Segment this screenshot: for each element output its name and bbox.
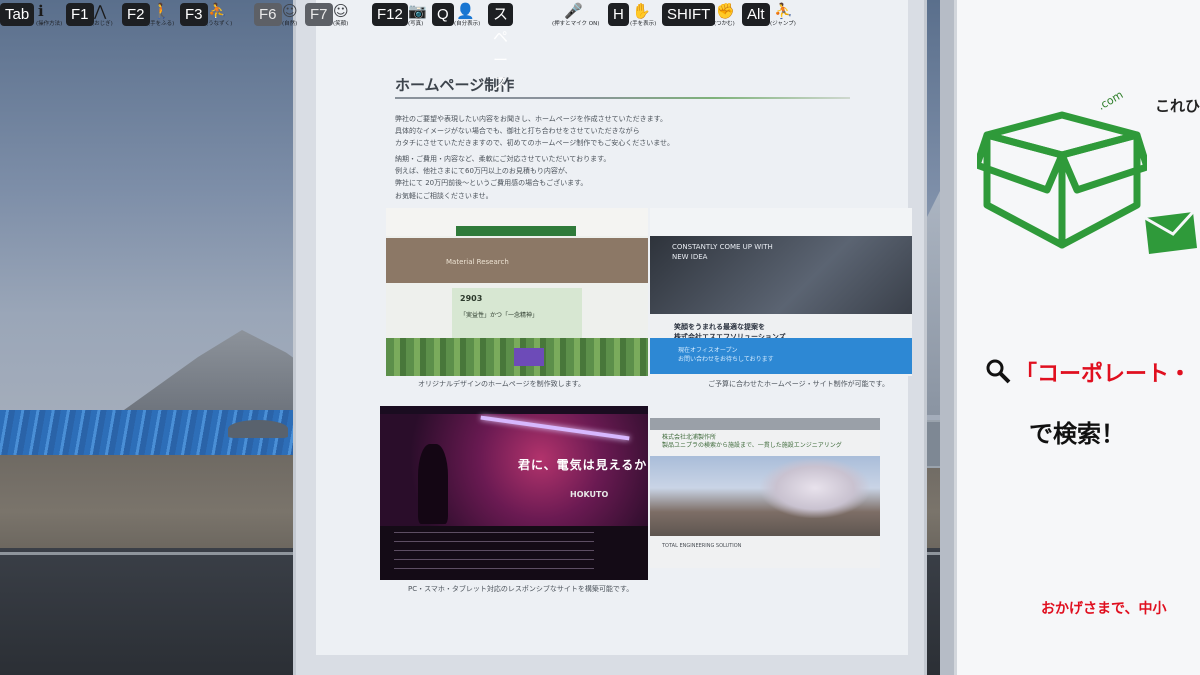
site-banner — [386, 238, 648, 283]
envelope-icon — [1144, 210, 1197, 254]
hero-line: CONSTANTLY COME UP WITH — [672, 243, 773, 251]
jump-icon: ⛹ — [774, 2, 793, 20]
info-icon: ℹ — [38, 2, 44, 20]
key-f2: F2 — [122, 3, 150, 26]
caption-budget: ご予算に合わせたホームページ・サイト制作が可能です。 — [708, 380, 889, 388]
silhouette-figure — [418, 444, 448, 524]
portfolio-screenshot-3: 君に、電気は見えるか HOKUTO — [380, 406, 648, 580]
contact-note: お気軽にご相談くださいませ。 — [395, 192, 493, 200]
caption-responsive: PC・スマホ・タブレット対応のレスポンシブなサイトを構築可能です。 — [408, 585, 634, 593]
intro-line: 弊社のご要望や表現したい内容をお聞きし、ホームページを作成させていただきます。 — [395, 115, 667, 123]
nod-icon: ⛹ — [208, 2, 227, 20]
banner-text: Material Research — [446, 258, 509, 266]
hint-label: (手を表示) — [630, 21, 657, 27]
advert-display-panel[interactable]: .com これひ 「コーポレート・ で検索！ おかげさまで、中小 — [940, 0, 1200, 675]
hint-label: (自分表示) — [454, 21, 481, 27]
site-nav — [456, 226, 576, 236]
key-f3: F3 — [180, 3, 208, 26]
sub-line: 笑顔をうまれる最適な提案を — [674, 323, 765, 331]
feature-box: 2903 「実益性」かつ「一念精神」 — [452, 288, 582, 340]
key-q: Q — [432, 3, 454, 26]
key-hint-bar: Tab ℹ (操作方法) F1 ⋀ (おじぎ) F2 🚶 (手をふる) F3 ⛹… — [0, 0, 1200, 92]
feature-number: 2903 — [460, 294, 483, 303]
site-header — [650, 208, 912, 236]
blue-line: お問い合わせをお待ちしております — [678, 356, 774, 363]
key-f1: F1 — [66, 3, 94, 26]
hero-copy: 君に、電気は見えるか — [518, 458, 648, 472]
hint-label: (手をふる) — [148, 21, 175, 27]
truck-illustration — [514, 348, 544, 366]
blue-line: 現在オフィスオープン — [678, 347, 738, 354]
magnifier-icon — [986, 359, 1011, 384]
laugh-icon: ☺ — [333, 2, 349, 20]
person-add-icon: 👤 — [456, 2, 475, 20]
website-panel-face: ホームページ制作 弊社のご要望や表現したい内容をお聞きし、ホームページを作成させ… — [316, 0, 912, 655]
search-callout: 「コーポレート・ — [985, 356, 1200, 387]
hint-label: (操作方法) — [36, 21, 63, 27]
hint-label: (つかむ) — [714, 21, 735, 27]
hero-line: NEW IDEA — [672, 253, 708, 261]
site-logo: HOKUTO — [570, 490, 609, 499]
sub-heading: 株式会社北浦製作所 製品ユニプラの検索から施設まで、一貫した施設エンジニアリング — [662, 434, 842, 450]
hint-label: (ジャンプ) — [770, 21, 796, 27]
pricing-paragraph: 納期・ご費用・内容など、柔軟にご対応させていただいております。 例えば、他社さま… — [395, 153, 835, 189]
portfolio-screenshot-2: CONSTANTLY COME UP WITH NEW IDEA 笑顔をうまれる… — [650, 208, 912, 376]
smile-icon: ☺ — [282, 2, 298, 20]
sub-line: 株式会社北浦製作所 — [662, 434, 717, 441]
search-suffix: で検索！ — [1029, 420, 1125, 448]
key-h: H — [608, 3, 629, 26]
mic-icon: 🎤 — [564, 2, 583, 20]
intro-line: 具体的なイメージがない場合でも、御社と打ち合わせをさせていただきながら — [395, 127, 640, 135]
key-shift: SHIFT — [662, 3, 716, 26]
key-f7: F7 — [305, 3, 333, 26]
search-term: 「コーポレート・ — [1015, 362, 1192, 387]
hint-label: (おじぎ) — [92, 21, 113, 27]
blue-band-text: 現在オフィスオープン お問い合わせをお待ちしております — [678, 346, 774, 364]
sub-line: 製品ユニプラの検索から施設まで、一貫した施設エンジニアリング — [662, 442, 842, 449]
caption-original-design: オリジナルデザインのホームページを制作致します。 — [418, 380, 585, 388]
hero-text: CONSTANTLY COME UP WITH NEW IDEA — [672, 242, 773, 262]
key-space: スペース — [488, 3, 513, 92]
portfolio-screenshot-1: Material Research 2903 「実益性」かつ「一念精神」 — [386, 208, 648, 376]
box-icon — [977, 111, 1147, 249]
key-f6: F6 — [254, 3, 282, 26]
pricing-line: 納期・ご費用・内容など、柔軟にご対応させていただいております。 — [395, 155, 611, 163]
pricing-line: 例えば、他社さまにて60万円以上のお見積もり内容が、 — [395, 167, 572, 175]
text-lines — [394, 532, 594, 572]
intro-line: カタチにさせていただきますので、初めてのホームページ制作でもご安心くださいませ。 — [395, 139, 675, 147]
portfolio-screenshot-4: 株式会社北浦製作所 製品ユニプラの検索から施設まで、一貫した施設エンジニアリング… — [650, 418, 880, 568]
hint-label: (自然) — [282, 21, 298, 27]
advert-bottom-text: おかげさまで、中小 — [1041, 601, 1167, 617]
title-rule — [395, 97, 850, 99]
advert-top-text: これひ — [1155, 97, 1200, 115]
hand-icon: ✋ — [632, 2, 651, 20]
feature-text: 「実益性」かつ「一念精神」 — [460, 312, 539, 319]
grab-icon: ✊ — [716, 2, 735, 20]
key-alt: Alt — [742, 3, 770, 26]
key-tab: Tab — [0, 3, 35, 26]
key-f12: F12 — [372, 3, 408, 26]
hint-label: (写真) — [408, 21, 424, 27]
bow-icon: ⋀ — [94, 2, 107, 20]
cherry-tree — [760, 458, 870, 518]
hint-label: (押すとマイク ON) — [552, 21, 600, 27]
advert-panel-face: .com これひ 「コーポレート・ で検索！ おかげさまで、中小 — [954, 0, 1200, 675]
hint-label: (笑顔) — [333, 21, 349, 27]
website-display-panel[interactable]: ホームページ制作 弊社のご要望や表現したい内容をお聞きし、ホームページを作成させ… — [293, 0, 927, 675]
camera-icon: 📷 — [408, 2, 427, 20]
rock — [228, 420, 288, 438]
site-header — [650, 418, 880, 430]
intro-paragraph: 弊社のご要望や表現したい内容をお聞きし、ホームページを作成させていただきます。 … — [395, 113, 835, 149]
section-heading: TOTAL ENGINEERING SOLUTION — [662, 543, 742, 549]
pricing-line: 弊社にて 20万円前後〜というご費用感の場合もございます。 — [395, 179, 588, 187]
wave-icon: 🚶 — [152, 2, 171, 20]
hint-label: (うなずく) — [206, 21, 233, 27]
